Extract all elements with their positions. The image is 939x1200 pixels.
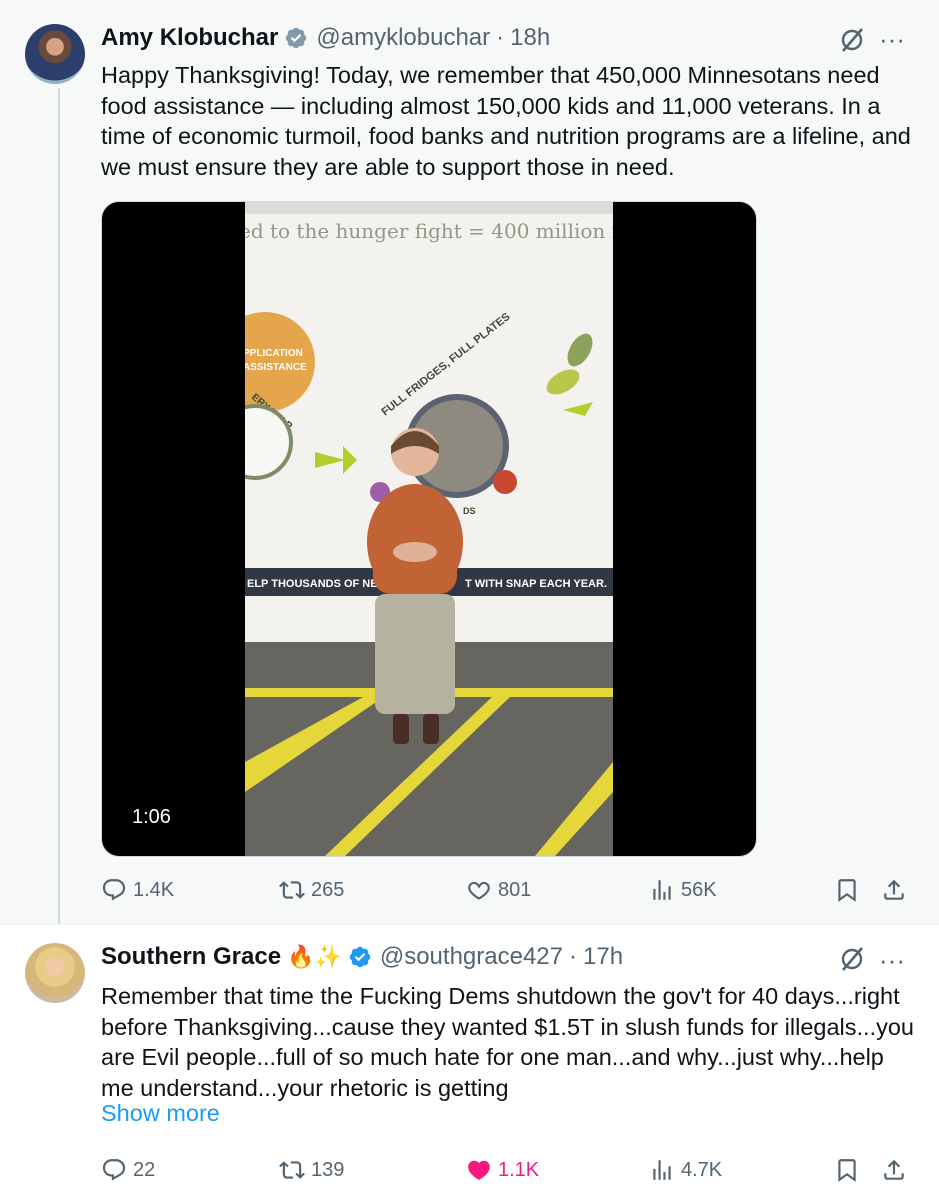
share-button[interactable] <box>881 1150 913 1190</box>
bookmark-button[interactable] <box>834 870 866 910</box>
more-options-icon[interactable]: ··· <box>877 24 907 54</box>
banner-text-right: T WITH SNAP EACH YEAR. <box>465 578 607 590</box>
reply-button[interactable]: 1.4K <box>101 870 174 910</box>
wall-small-text: DS <box>463 506 476 516</box>
banner-text-left: ELP THOUSANDS OF NE <box>247 578 378 590</box>
reply-count: 1.4K <box>133 878 175 901</box>
author-handle[interactable]: @southgrace427 <box>380 943 563 971</box>
reply-count: 22 <box>133 1158 156 1181</box>
badge-line-2: ASSISTANCE <box>245 362 307 373</box>
grok-icon[interactable] <box>838 945 866 973</box>
verified-badge-icon <box>286 27 307 49</box>
tweet-text: Remember that time the Fucking Dems shut… <box>101 983 914 1101</box>
verified-badge-icon <box>349 946 371 968</box>
views-count: 56K <box>681 878 717 901</box>
like-button[interactable]: 801 <box>466 870 531 910</box>
bookmark-icon <box>838 1159 856 1182</box>
share-icon <box>884 1159 904 1180</box>
analytics-icon <box>653 880 671 900</box>
reply-icon <box>102 1159 126 1181</box>
reply-button[interactable]: 22 <box>101 1150 155 1190</box>
like-button[interactable]: 1.1K <box>466 1150 539 1190</box>
views-button[interactable]: 4.7K <box>649 1150 722 1190</box>
author-name[interactable]: Southern Grace <box>101 943 281 971</box>
video-player[interactable]: ed to the hunger fight = 400 million m P… <box>101 201 757 857</box>
views-count: 4.7K <box>681 1158 723 1181</box>
wall-text-top: ed to the hunger fight = 400 million m <box>245 219 613 243</box>
badge-line-1: PPLICATION <box>245 348 303 359</box>
author-handle[interactable]: @amyklobuchar <box>316 24 490 52</box>
reply-icon <box>102 879 126 901</box>
repost-icon <box>279 881 305 899</box>
views-button[interactable]: 56K <box>649 870 717 910</box>
more-options-icon[interactable]: ··· <box>877 945 907 975</box>
separator-dot: · <box>569 943 577 970</box>
repost-count: 139 <box>311 1158 345 1181</box>
timestamp[interactable]: 18h <box>510 24 550 52</box>
video-still-image: ed to the hunger fight = 400 million m P… <box>245 202 613 856</box>
share-icon <box>884 879 904 900</box>
bookmark-button[interactable] <box>834 1150 866 1190</box>
like-count: 1.1K <box>498 1158 540 1181</box>
tweet-amy-klobuchar[interactable]: Amy Klobuchar @amyklobuchar · 18h ··· Ha… <box>0 0 939 924</box>
tweet-southern-grace[interactable]: Southern Grace 🔥✨ @southgrace427 · 17h ·… <box>0 924 939 1200</box>
repost-count: 265 <box>311 878 345 901</box>
video-frame: ed to the hunger fight = 400 million m P… <box>245 202 613 856</box>
tweet-actions: 22 139 1.1K 4.7K <box>101 1150 916 1190</box>
tweet-header: Southern Grace 🔥✨ @southgrace427 · 17h <box>101 942 623 972</box>
tweet-actions: 1.4K 265 801 56K <box>101 870 916 910</box>
analytics-icon <box>653 1160 671 1180</box>
heart-filled-icon <box>468 1160 490 1180</box>
heart-icon <box>468 881 490 900</box>
separator-dot: · <box>496 24 505 51</box>
name-emojis: 🔥✨ <box>287 944 342 969</box>
author-name[interactable]: Amy Klobuchar <box>101 24 278 52</box>
repost-button[interactable]: 265 <box>279 870 344 910</box>
like-count: 801 <box>498 878 532 901</box>
repost-icon <box>279 1161 305 1179</box>
avatar[interactable] <box>25 24 85 84</box>
grok-icon[interactable] <box>838 26 866 54</box>
show-more-link[interactable]: Show more <box>101 1100 220 1127</box>
repost-button[interactable]: 139 <box>279 1150 344 1190</box>
avatar[interactable] <box>25 943 85 1003</box>
video-duration: 1:06 <box>132 806 171 828</box>
tweet-header: Amy Klobuchar @amyklobuchar · 18h <box>101 23 550 53</box>
share-button[interactable] <box>881 870 913 910</box>
timestamp[interactable]: 17h <box>583 943 623 971</box>
tweet-text: Happy Thanksgiving! Today, we remember t… <box>101 62 911 180</box>
bookmark-icon <box>838 879 856 902</box>
